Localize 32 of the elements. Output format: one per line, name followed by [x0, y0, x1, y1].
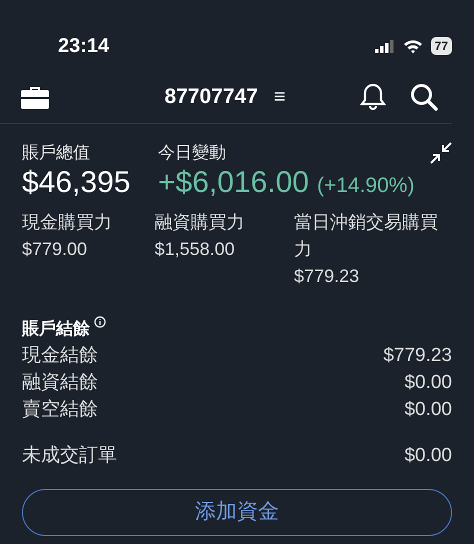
- balance-value: $779.23: [383, 344, 452, 368]
- open-orders-value: $0.00: [404, 444, 452, 468]
- balance-label: 現金結餘: [22, 344, 98, 368]
- buying-power-label: 現金購買力: [22, 211, 113, 234]
- balance-value: $0.00: [404, 370, 452, 394]
- briefcase-icon[interactable]: [20, 84, 50, 108]
- balances-heading: 賬戶結餘: [22, 318, 90, 340]
- wifi-icon: [402, 38, 423, 54]
- balance-label: 賣空結餘: [22, 398, 98, 422]
- menu-icon[interactable]: ≡: [274, 86, 286, 106]
- balance-label: 融資結餘: [22, 370, 98, 394]
- account-number[interactable]: 87707747: [164, 80, 258, 112]
- daily-change-label: 今日變動: [158, 142, 227, 164]
- bell-icon[interactable]: [360, 82, 386, 110]
- buying-power-label: 融資購買力: [154, 211, 246, 234]
- collapse-icon[interactable]: [430, 142, 452, 164]
- daily-change-value: +$6,016.00: [158, 166, 309, 200]
- battery-level: 77: [430, 37, 452, 55]
- buying-power-value: $779.00: [22, 238, 88, 261]
- add-funds-button[interactable]: 添加資金: [22, 488, 452, 536]
- total-value: $46,395: [22, 166, 132, 200]
- signal-icon: [374, 40, 395, 52]
- daily-change-percent: (+14.90%): [316, 172, 414, 198]
- buying-power-value: $779.23: [294, 265, 360, 288]
- balance-value: $0.00: [404, 398, 452, 422]
- open-orders-label: 未成交訂單: [22, 444, 117, 468]
- info-icon[interactable]: [94, 316, 106, 328]
- total-value-label: 賬戶總值: [22, 142, 91, 164]
- buying-power-value: $1,558.00: [154, 238, 236, 261]
- status-time: 23:14: [58, 34, 110, 59]
- search-icon[interactable]: [410, 82, 438, 110]
- buying-power-label: 當日沖銷交易購買力: [294, 211, 440, 261]
